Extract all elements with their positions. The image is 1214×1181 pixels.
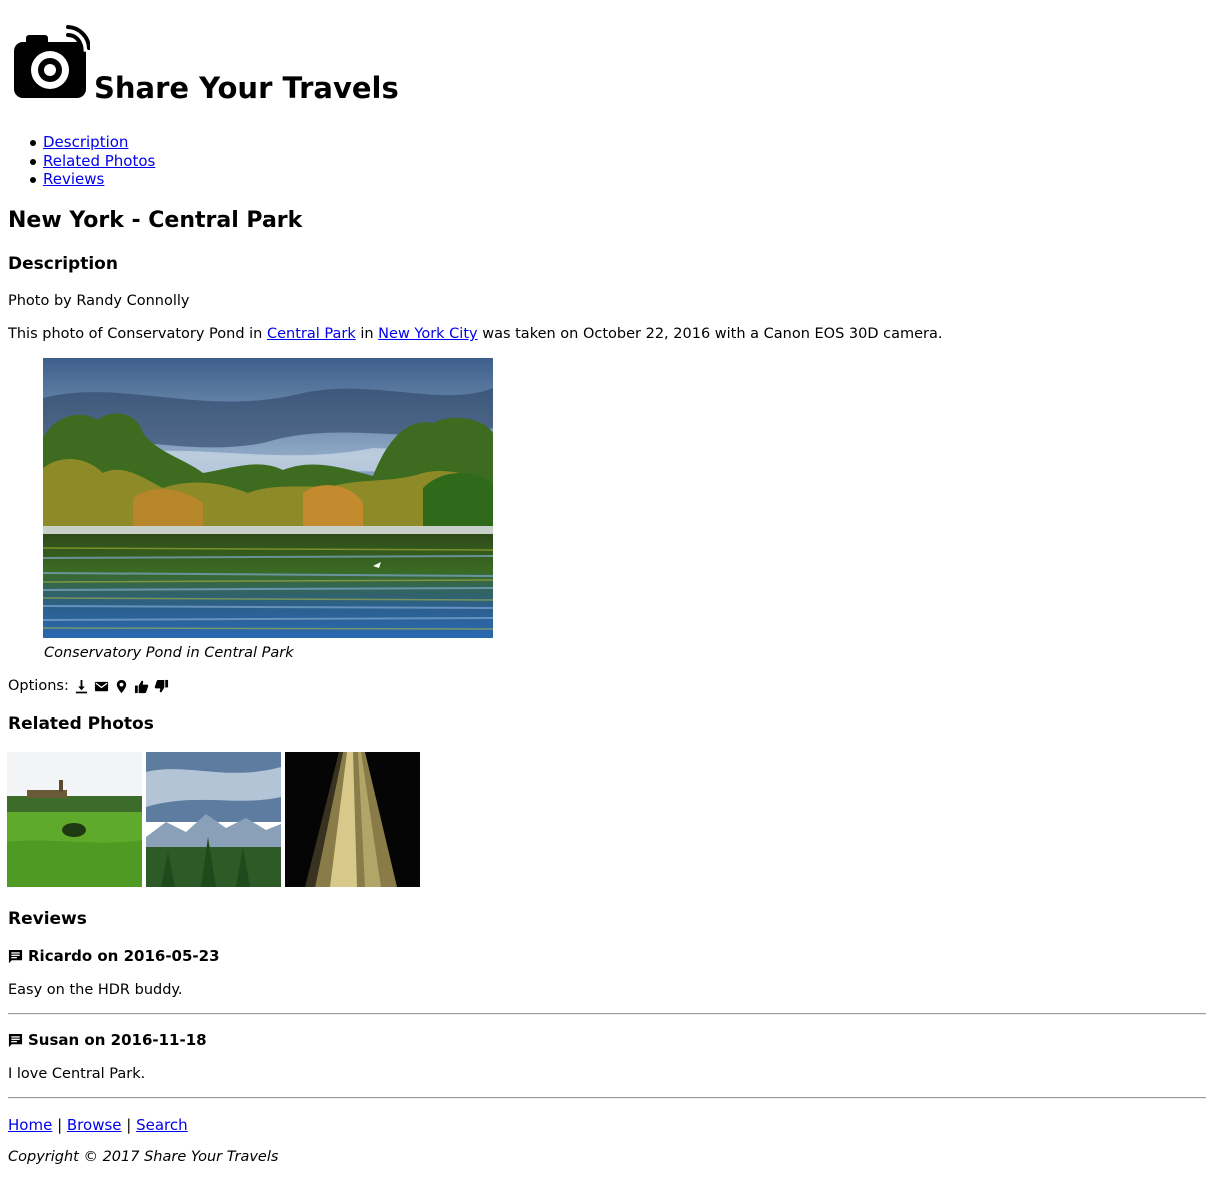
email-icon[interactable]	[94, 679, 109, 694]
review-divider	[8, 1097, 1206, 1099]
footer-search-link[interactable]: Search	[136, 1116, 188, 1134]
review-header: Ricardo on 2016-05-23	[8, 947, 220, 965]
related-photo-thumbnail[interactable]	[7, 752, 142, 887]
description-text-post: was taken on October 22, 2016 with a Can…	[477, 326, 943, 342]
nav-item-reviews: Reviews	[29, 170, 155, 189]
footer-separator: |	[52, 1116, 67, 1134]
review-author: Ricardo on 2016-05-23	[28, 947, 220, 965]
download-icon[interactable]	[74, 679, 89, 694]
description-text-mid: in	[355, 326, 379, 342]
site-header: Share Your Travels	[12, 24, 612, 114]
related-photo-thumbnail[interactable]	[285, 752, 420, 887]
comment-icon	[8, 1033, 23, 1048]
related-photo-thumbnail[interactable]	[146, 752, 281, 887]
site-title: Share Your Travels	[94, 71, 399, 105]
main-photo	[43, 358, 493, 638]
central-park-link[interactable]: Central Park	[267, 326, 356, 342]
footer-home-link[interactable]: Home	[8, 1116, 52, 1134]
related-photos-list	[7, 752, 420, 887]
options-label: Options:	[8, 678, 69, 694]
review-text: Easy on the HDR buddy.	[8, 982, 183, 998]
thumbs-up-icon[interactable]	[134, 679, 149, 694]
nav-item-related-photos: Related Photos	[29, 152, 155, 171]
review-divider	[8, 1013, 1206, 1015]
photo-caption: Conservatory Pond in Central Park	[44, 645, 294, 661]
nav-link-related-photos[interactable]: Related Photos	[43, 152, 155, 170]
review-author: Susan on 2016-11-18	[28, 1031, 207, 1049]
reviews-heading: Reviews	[8, 909, 87, 929]
comment-icon	[8, 949, 23, 964]
photo-options: Options:	[8, 678, 169, 694]
footer-nav: Home | Browse | Search	[8, 1116, 188, 1134]
map-marker-icon[interactable]	[114, 679, 129, 694]
footer-separator: |	[121, 1116, 137, 1134]
nav-link-reviews[interactable]: Reviews	[43, 170, 104, 188]
photo-title: New York - Central Park	[8, 208, 303, 233]
description-text-pre: This photo of Conservatory Pond in	[8, 326, 267, 342]
nav-link-description[interactable]: Description	[43, 133, 128, 151]
new-york-city-link[interactable]: New York City	[378, 326, 477, 342]
copyright-notice: Copyright © 2017 Share Your Travels	[8, 1149, 279, 1165]
photo-byline: Photo by Randy Connolly	[8, 293, 190, 309]
related-photos-heading: Related Photos	[8, 714, 154, 734]
review-text: I love Central Park.	[8, 1066, 146, 1082]
camera-wifi-icon	[12, 24, 93, 102]
nav-item-description: Description	[29, 133, 155, 152]
thumbs-down-icon[interactable]	[154, 679, 169, 694]
description-heading: Description	[8, 254, 118, 274]
review-header: Susan on 2016-11-18	[8, 1031, 207, 1049]
footer-browse-link[interactable]: Browse	[67, 1116, 122, 1134]
page-nav: Description Related Photos Reviews	[29, 133, 155, 189]
photo-description: This photo of Conservatory Pond in Centr…	[8, 327, 943, 342]
